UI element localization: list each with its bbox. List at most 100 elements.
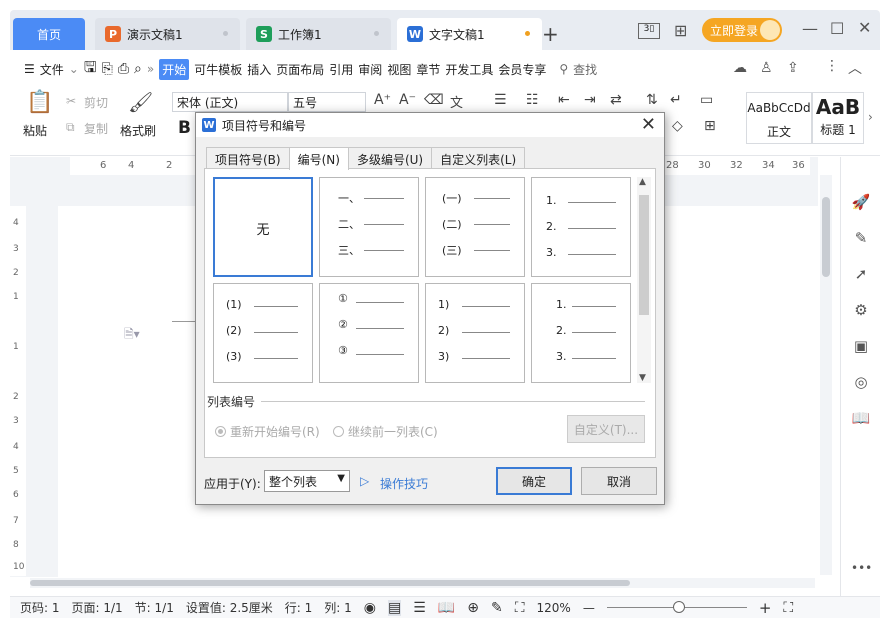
status-section[interactable]: 节: 1/1 bbox=[135, 599, 174, 616]
tab-custom-list[interactable]: 自定义列表(L) bbox=[431, 147, 526, 169]
paste-button[interactable]: 粘贴 bbox=[23, 122, 47, 139]
menu-item-developer[interactable]: 开发工具 bbox=[445, 61, 493, 78]
increase-indent-icon[interactable]: ⇥ bbox=[584, 92, 596, 108]
numbering-option-circled[interactable]: ① ② ③ bbox=[319, 283, 419, 383]
outline-view-icon[interactable]: ☰ bbox=[413, 600, 426, 616]
customize-button[interactable]: 自定义(T)... bbox=[567, 415, 645, 443]
collapse-ribbon-icon[interactable]: ︿ bbox=[848, 58, 862, 78]
decrease-indent-icon[interactable]: ⇤ bbox=[558, 92, 570, 108]
apply-to-select[interactable]: 整个列表 ▼ bbox=[264, 470, 350, 492]
restart-numbering-radio[interactable]: 重新开始编号(R) bbox=[215, 423, 320, 440]
copy-button[interactable]: 复制 bbox=[84, 120, 108, 137]
share-icon[interactable]: ⇪ bbox=[787, 60, 799, 76]
compass-icon[interactable]: ◎ bbox=[851, 373, 871, 393]
status-page-code[interactable]: 页码: 1 bbox=[20, 599, 60, 616]
tab-multilevel[interactable]: 多级编号(U) bbox=[347, 147, 433, 169]
more-horizontal-icon[interactable]: ••• bbox=[851, 561, 872, 581]
zoom-slider-handle[interactable] bbox=[672, 601, 685, 613]
zoom-in-icon[interactable]: + bbox=[759, 599, 772, 617]
cut-button[interactable]: 剪切 bbox=[84, 94, 108, 111]
scroll-thumb[interactable] bbox=[30, 580, 630, 586]
numbering-option-none[interactable]: 无 bbox=[213, 177, 313, 277]
show-marks-icon[interactable]: ↵ bbox=[670, 92, 682, 108]
bullet-list-icon[interactable]: ☰ bbox=[494, 92, 507, 108]
menu-item-view[interactable]: 视图 bbox=[387, 61, 411, 78]
line-spacing-icon[interactable]: ▭ bbox=[700, 92, 713, 108]
menu-item-member[interactable]: 会员专享 bbox=[498, 61, 546, 78]
more-vertical-icon[interactable]: ⋮ bbox=[825, 58, 839, 74]
menu-item-home[interactable]: 开始 bbox=[159, 58, 190, 80]
menu-item-template[interactable]: 可牛模板 bbox=[194, 61, 242, 78]
vertical-scrollbar[interactable] bbox=[820, 175, 832, 575]
bold-button[interactable]: B bbox=[178, 118, 191, 138]
menu-item-review[interactable]: 审阅 bbox=[358, 61, 382, 78]
font-size-select[interactable]: 五号 bbox=[288, 92, 366, 112]
chevron-right-icon[interactable]: › bbox=[868, 110, 873, 124]
adjust-icon[interactable]: ⚙ bbox=[851, 301, 871, 321]
fullscreen-icon[interactable]: ⛶ bbox=[783, 600, 793, 616]
scroll-thumb[interactable] bbox=[639, 195, 649, 315]
status-page[interactable]: 页面: 1/1 bbox=[72, 599, 123, 616]
text-direction-icon[interactable]: ⇄ bbox=[610, 92, 622, 108]
shrink-font-icon[interactable]: A⁻ bbox=[399, 92, 416, 108]
web-view-icon[interactable]: ⊕ bbox=[467, 600, 479, 616]
zoom-level[interactable]: 120% bbox=[537, 601, 571, 615]
tab-spreadsheet[interactable]: S 工作簿1 bbox=[246, 18, 391, 50]
paragraph-handle-icon[interactable]: 🗎▾ bbox=[124, 325, 140, 346]
tips-link[interactable]: 操作技巧 bbox=[380, 475, 428, 492]
save-icon[interactable]: 🖫 bbox=[84, 57, 97, 82]
apps-grid-icon[interactable]: ⊞ bbox=[674, 21, 687, 40]
shading-icon[interactable]: ◇ bbox=[672, 118, 683, 134]
scroll-down-icon[interactable]: ▼ bbox=[639, 373, 646, 383]
write-view-icon[interactable]: ✎ bbox=[491, 600, 503, 616]
menu-item-section[interactable]: 章节 bbox=[416, 61, 440, 78]
close-window-icon[interactable]: ✕ bbox=[858, 18, 871, 37]
export-icon[interactable]: ⎘ bbox=[102, 61, 113, 77]
grow-font-icon[interactable]: A⁺ bbox=[374, 92, 391, 108]
tab-numbering[interactable]: 编号(N) bbox=[288, 147, 349, 170]
new-tab-button[interactable]: + bbox=[542, 22, 559, 46]
status-setting[interactable]: 设置值: 2.5厘米 bbox=[186, 599, 273, 616]
status-col[interactable]: 列: 1 bbox=[324, 599, 352, 616]
user-icon[interactable]: ♙ bbox=[760, 60, 773, 76]
tab-home[interactable]: 首页 bbox=[13, 18, 85, 50]
scroll-thumb[interactable] bbox=[822, 197, 830, 277]
scroll-up-icon[interactable]: ▲ bbox=[639, 177, 646, 187]
status-row[interactable]: 行: 1 bbox=[285, 599, 313, 616]
fit-icon[interactable]: ⛶ bbox=[515, 600, 525, 616]
numbering-option-chinese-paren[interactable]: (一) (二) (三) bbox=[425, 177, 525, 277]
clear-format-icon[interactable]: ⌫ bbox=[424, 92, 444, 108]
continue-list-radio[interactable]: 继续前一列表(C) bbox=[333, 423, 438, 440]
phonetic-icon[interactable]: 文 bbox=[450, 92, 463, 111]
menu-item-insert[interactable]: 插入 bbox=[247, 61, 271, 78]
minimize-icon[interactable]: — bbox=[802, 19, 818, 38]
tab-document[interactable]: W 文字文稿1 bbox=[397, 18, 542, 50]
eye-icon[interactable]: ◉ bbox=[364, 600, 376, 616]
preview-icon[interactable]: ⌕ bbox=[134, 61, 142, 77]
copy-icon[interactable]: ⧉ bbox=[66, 120, 75, 135]
zoom-out-icon[interactable]: — bbox=[583, 601, 595, 615]
font-select[interactable]: 宋体 (正文) bbox=[172, 92, 288, 112]
maximize-icon[interactable]: ☐ bbox=[830, 19, 844, 38]
screen-icon[interactable]: 3▯ bbox=[638, 23, 660, 39]
play-icon[interactable]: ▷ bbox=[360, 474, 369, 488]
numbered-list-icon[interactable]: ☷ bbox=[526, 92, 539, 108]
close-icon[interactable]: ✕ bbox=[641, 114, 656, 135]
tab-bullets[interactable]: 项目符号(B) bbox=[206, 147, 290, 169]
horizontal-scrollbar[interactable] bbox=[30, 578, 815, 588]
ok-button[interactable]: 确定 bbox=[496, 467, 572, 495]
cancel-button[interactable]: 取消 bbox=[581, 467, 657, 495]
numbering-option-chinese[interactable]: 一、 二、 三、 bbox=[319, 177, 419, 277]
more-icon[interactable]: » bbox=[147, 62, 154, 76]
menu-item-layout[interactable]: 页面布局 bbox=[276, 61, 324, 78]
book-icon[interactable]: 📖 bbox=[851, 409, 871, 429]
border-icon[interactable]: ⊞ bbox=[704, 118, 716, 134]
zoom-slider[interactable] bbox=[606, 601, 747, 613]
pointer-icon[interactable]: ➚ bbox=[851, 265, 871, 285]
paste-icon[interactable]: 📋 bbox=[26, 90, 53, 115]
format-painter-icon[interactable]: 🖌 bbox=[128, 90, 153, 114]
numbering-option-arabic-halfparen[interactable]: 1) 2) 3) bbox=[425, 283, 525, 383]
numbering-option-arabic-dot-indented[interactable]: 1. 2. 3. bbox=[531, 283, 631, 383]
menu-icon[interactable]: ☰ bbox=[24, 62, 35, 76]
rocket-icon[interactable]: 🚀 bbox=[851, 193, 871, 213]
